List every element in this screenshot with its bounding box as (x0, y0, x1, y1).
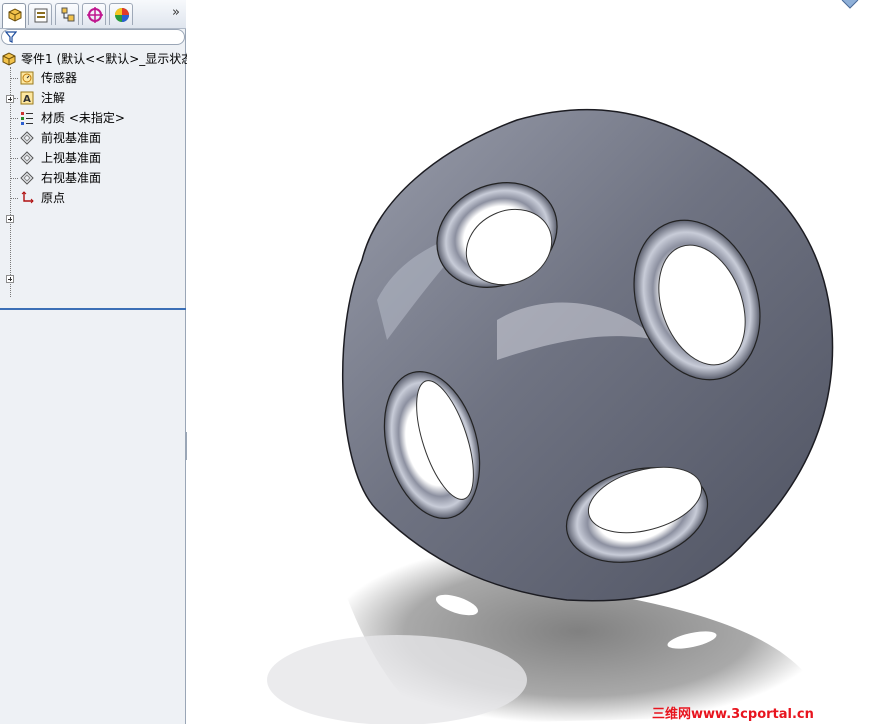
part-icon (2, 52, 16, 66)
tree-item-top-plane[interactable]: 上视基准面 (0, 149, 186, 167)
filter-icon (5, 31, 17, 43)
plane-icon (20, 171, 34, 185)
feature-manager-panel: » 零件1 (默认<<默认>_显示状态 传感器 A 注解 材质 <未指定> 前视… (0, 0, 193, 724)
expand-node-button[interactable] (6, 275, 14, 283)
tree-root-part[interactable]: 零件1 (默认<<默认>_显示状态 (0, 50, 193, 68)
annotation-icon: A (20, 91, 34, 105)
watermark-text: 三维网www.3cportal.cn (652, 707, 814, 722)
display-manager-icon (115, 8, 129, 22)
floor-reflection (267, 635, 527, 725)
expand-node-button[interactable] (6, 215, 14, 223)
view-orientation-icon[interactable] (840, 0, 860, 10)
tree-item-label: 传感器 (41, 71, 78, 85)
origin-icon (21, 191, 34, 204)
property-manager-icon (34, 8, 48, 23)
configuration-manager-tab[interactable] (55, 3, 79, 25)
tree-item-label: 上视基准面 (41, 151, 102, 165)
property-manager-tab[interactable] (28, 3, 52, 25)
panel-tab-bar: » (0, 0, 186, 29)
tree-item-right-plane[interactable]: 右视基准面 (0, 169, 186, 187)
tree-item-sensors[interactable]: 传感器 (0, 69, 186, 87)
tree-item-label: 前视基准面 (41, 131, 102, 145)
model-view (267, 108, 834, 725)
tree-root-label: 零件1 (默认<<默认>_显示状态 (21, 52, 194, 66)
tree-item-material[interactable]: 材质 <未指定> (0, 109, 186, 127)
expand-annotations-button[interactable] (6, 95, 14, 103)
panel-separator (0, 308, 186, 310)
tree-item-label: 右视基准面 (41, 171, 102, 185)
more-tabs-button[interactable]: » (169, 5, 183, 21)
display-manager-tab[interactable] (109, 3, 133, 25)
tree-item-annotations[interactable]: A 注解 (0, 89, 186, 107)
tree-item-origin[interactable]: 原点 (0, 189, 186, 207)
plane-icon (20, 151, 34, 165)
dimxpert-manager-icon (87, 7, 103, 23)
tree-item-front-plane[interactable]: 前视基准面 (0, 129, 186, 147)
tree-item-label: 材质 <未指定> (41, 111, 125, 125)
svg-text:A: A (23, 94, 31, 105)
graphics-area[interactable] (187, 0, 872, 725)
feature-tree: 零件1 (默认<<默认>_显示状态 传感器 A 注解 材质 <未指定> 前视基准… (0, 48, 193, 308)
plane-icon (20, 131, 34, 145)
configuration-manager-icon (61, 7, 75, 22)
feature-manager-tab[interactable] (2, 3, 26, 28)
tree-item-label: 注解 (41, 91, 66, 105)
tree-item-label: 原点 (41, 191, 66, 205)
feature-manager-icon (8, 8, 22, 22)
tree-filter-input[interactable] (1, 29, 185, 45)
material-icon (21, 112, 33, 125)
dimxpert-manager-tab[interactable] (82, 3, 106, 25)
sensor-icon (20, 71, 34, 85)
